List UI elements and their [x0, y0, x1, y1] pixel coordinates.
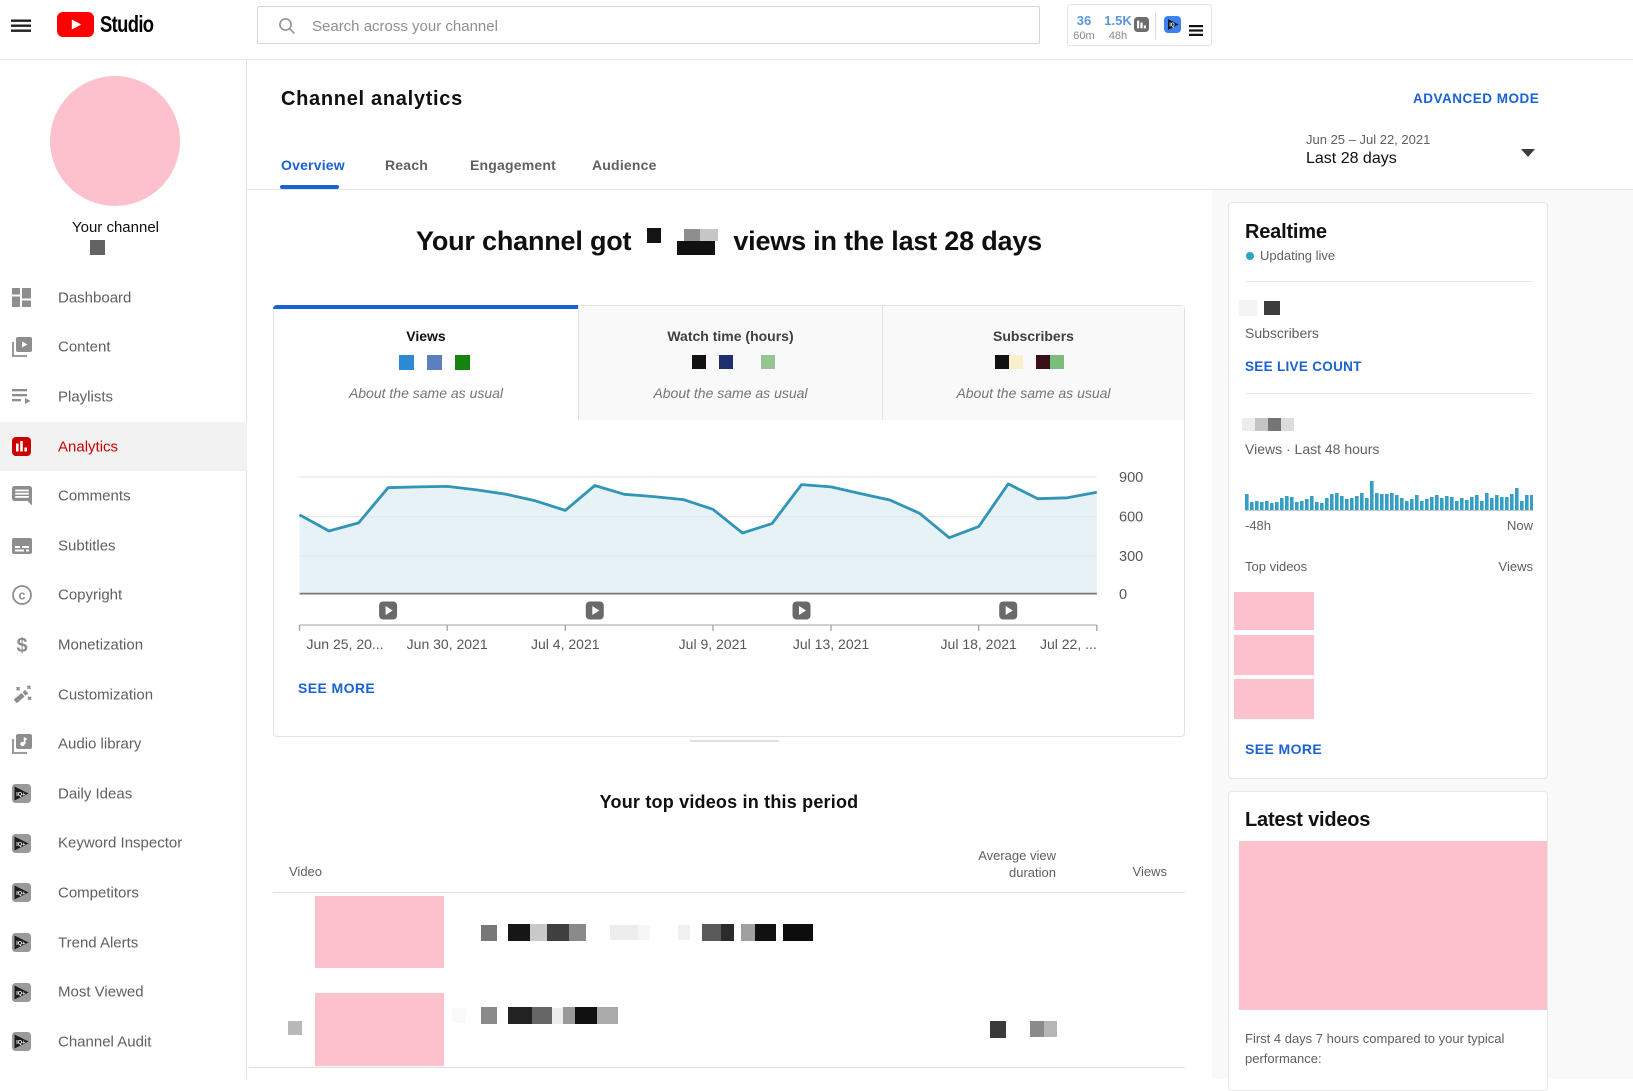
- svg-text:600: 600: [1119, 510, 1143, 526]
- svg-text:Jul 22, ...: Jul 22, ...: [1040, 636, 1097, 652]
- svg-text:IQ+: IQ+: [16, 891, 26, 897]
- svg-text:c: c: [19, 589, 26, 603]
- svg-text:IQ+: IQ+: [16, 842, 26, 848]
- svg-text:IQ+: IQ+: [16, 990, 26, 996]
- svg-text:Jul 4, 2021: Jul 4, 2021: [531, 636, 600, 652]
- svg-text:Jun 25, 20...: Jun 25, 20...: [307, 636, 384, 652]
- svg-text:$: $: [16, 635, 27, 656]
- svg-text:0: 0: [1119, 587, 1127, 603]
- svg-text:IQ+: IQ+: [16, 1040, 26, 1046]
- svg-text:300: 300: [1119, 549, 1143, 565]
- svg-text:900: 900: [1119, 470, 1143, 486]
- svg-text:Jul 13, 2021: Jul 13, 2021: [793, 636, 869, 652]
- svg-text:Jul 9, 2021: Jul 9, 2021: [679, 636, 748, 652]
- svg-text:Jun 30, 2021: Jun 30, 2021: [407, 636, 488, 652]
- svg-text:IQ+: IQ+: [16, 792, 26, 798]
- svg-text:IQ: IQ: [1169, 23, 1174, 29]
- svg-text:IQ+: IQ+: [16, 941, 26, 947]
- svg-text:Jul 18, 2021: Jul 18, 2021: [941, 636, 1017, 652]
